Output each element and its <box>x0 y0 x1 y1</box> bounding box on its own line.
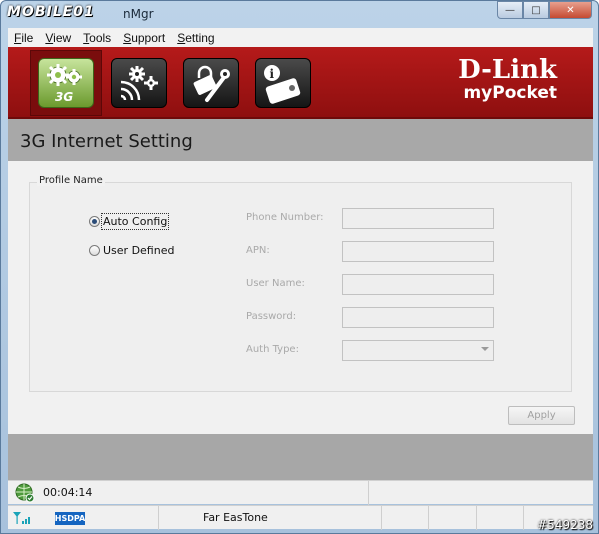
phone-number-field[interactable] <box>342 208 494 229</box>
globe-connected-icon <box>15 483 35 503</box>
settings-panel: Profile Name Auto Config User Defined Ph… <box>8 161 593 434</box>
carrier-name: Far EasTone <box>203 511 268 524</box>
user-defined-radio[interactable]: User Defined <box>89 244 174 257</box>
auto-config-label: Auto Config <box>100 213 170 230</box>
title-bar[interactable]: MOBILE01 nMgr — □ ✕ <box>1 1 598 27</box>
menu-view[interactable]: View <box>45 31 71 45</box>
menu-setting[interactable]: Setting <box>177 31 214 45</box>
3g-badge: 3G <box>55 90 73 104</box>
radio-dot[interactable] <box>89 245 100 256</box>
menu-tools[interactable]: Tools <box>83 31 111 45</box>
brand-product: myPocket <box>463 83 557 103</box>
connection-status-bar: 00:04:14 <box>8 480 593 505</box>
password-label: Password: <box>246 311 297 322</box>
close-button[interactable]: ✕ <box>549 1 592 19</box>
network-status-bar: HSDPA Far EasTone <box>8 505 593 530</box>
nav-tools-button[interactable] <box>183 58 239 108</box>
chevron-down-icon[interactable] <box>481 347 489 351</box>
app-window: MOBILE01 nMgr — □ ✕ File View Tools Supp… <box>0 0 599 534</box>
auth-type-select[interactable] <box>342 340 494 361</box>
auto-config-radio[interactable]: Auto Config <box>89 213 170 230</box>
window-controls: — □ ✕ <box>497 1 592 19</box>
minimize-button[interactable]: — <box>497 1 523 19</box>
menu-bar: File View Tools Support Setting <box>8 28 593 47</box>
watermark-logo: MOBILE01 <box>7 4 95 20</box>
page-title: 3G Internet Setting <box>20 131 193 152</box>
status-divider <box>523 506 524 530</box>
status-divider <box>381 506 382 530</box>
lock-wrench-icon <box>193 65 230 102</box>
user-name-label: User Name: <box>246 278 305 289</box>
user-defined-label: User Defined <box>103 244 175 257</box>
gears-3g-icon: 3G <box>47 64 82 104</box>
connection-timer: 00:04:14 <box>43 486 93 499</box>
svg-text:i: i <box>270 67 275 81</box>
page-title-bar: 3G Internet Setting <box>8 119 593 161</box>
network-type-badge: HSDPA <box>54 512 86 525</box>
status-divider <box>158 506 159 530</box>
apply-button[interactable]: Apply <box>508 406 575 425</box>
window-title: nMgr <box>123 7 154 21</box>
info-device-icon: i <box>264 65 301 104</box>
wireless-gear-icon <box>120 66 158 101</box>
profile-group-legend: Profile Name <box>37 175 105 186</box>
signal-strength-icon <box>13 512 30 524</box>
menu-file[interactable]: File <box>14 31 33 45</box>
maximize-button[interactable]: □ <box>523 1 549 19</box>
password-field[interactable] <box>342 307 494 328</box>
app-header: 3G i D-Link myPocket <box>8 47 593 119</box>
dlink-brand: D-Link myPocket <box>458 55 557 103</box>
apn-field[interactable] <box>342 241 494 262</box>
watermark-id: #549238 <box>537 518 593 532</box>
status-divider <box>476 506 477 530</box>
footer-band <box>8 434 593 480</box>
status-divider <box>428 506 429 530</box>
nav-device-info-button[interactable]: i <box>255 58 311 108</box>
menu-support[interactable]: Support <box>123 31 165 45</box>
user-name-field[interactable] <box>342 274 494 295</box>
phone-number-label: Phone Number: <box>246 212 324 223</box>
nav-wireless-settings-button[interactable] <box>111 58 167 108</box>
apn-label: APN: <box>246 245 270 256</box>
nav-3g-settings-button[interactable]: 3G <box>38 58 94 108</box>
auth-type-label: Auth Type: <box>246 344 299 355</box>
status-divider <box>368 481 369 505</box>
radio-dot-selected[interactable] <box>89 216 100 227</box>
brand-logo: D-Link <box>458 55 557 85</box>
